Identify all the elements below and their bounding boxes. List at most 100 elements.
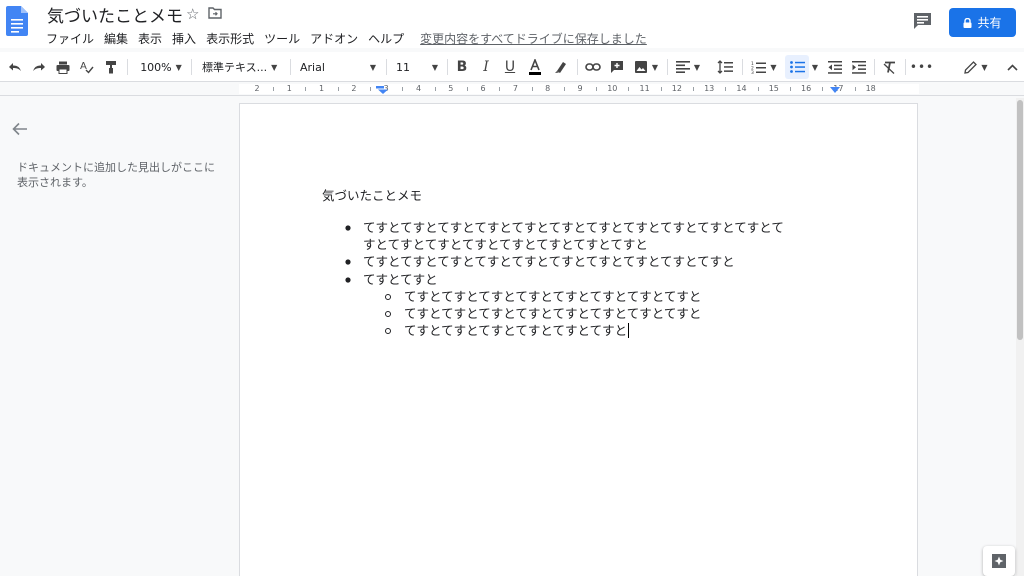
insert-link-button[interactable] — [583, 52, 603, 82]
style-value: 標準テキス... — [202, 61, 268, 74]
ruler-number: 2 — [351, 84, 357, 93]
font-select[interactable]: Arial ▼ — [296, 52, 380, 82]
increase-indent-icon — [852, 60, 866, 74]
list-item[interactable]: てすとてすとてすとてすとてすとてすとてすとてすとてすとてすとてすとて — [363, 219, 784, 236]
ruler-number: 7 — [512, 84, 518, 93]
docs-logo-icon[interactable] — [6, 6, 28, 36]
star-icon[interactable]: ☆ — [186, 5, 199, 23]
move-folder-icon[interactable] — [208, 7, 222, 19]
increase-indent-button[interactable] — [849, 52, 869, 82]
ruler-bar: 21123456789101112131415161718 — [0, 82, 1024, 96]
text-color-icon — [529, 59, 541, 75]
chevron-down-icon: ▼ — [770, 62, 777, 72]
nested-list-item[interactable]: てすとてすとてすとてすとてすとてすとてすとてすと — [404, 288, 701, 305]
ruler-tick — [466, 87, 468, 91]
ruler-tick — [757, 87, 759, 91]
more-options-button[interactable]: ••• — [910, 52, 933, 82]
chevron-down-icon: ▼ — [811, 62, 819, 72]
toolbar: A 100% ▼ 標準テキス... ▼ Arial ▼ 11 ▼ B I U ▼ ▼ — [0, 52, 1024, 82]
toolbar-divider — [742, 59, 743, 75]
ruler-tick — [370, 87, 372, 91]
image-icon — [634, 61, 647, 73]
menu-tools[interactable]: ツール — [264, 30, 300, 47]
italic-button[interactable]: I — [477, 52, 495, 82]
link-icon — [585, 63, 601, 71]
clear-formatting-button[interactable] — [880, 52, 900, 82]
decrease-indent-button[interactable] — [825, 52, 845, 82]
menu-edit[interactable]: 編集 — [104, 30, 128, 47]
right-indent-marker[interactable] — [830, 86, 840, 94]
explore-button[interactable] — [983, 546, 1015, 576]
scrollbar-thumb[interactable] — [1017, 100, 1023, 340]
save-status[interactable]: 変更内容をすべてドライブに保存しました — [420, 30, 647, 47]
outline-placeholder: ドキュメントに追加した見出しがここに表示されます。 — [17, 161, 215, 189]
style-select[interactable]: 標準テキス... ▼ — [198, 52, 284, 82]
text-color-button[interactable] — [525, 52, 545, 82]
ruler-number: 1 — [286, 84, 292, 93]
bold-button[interactable]: B — [453, 52, 471, 82]
ruler-number: 8 — [545, 84, 551, 93]
document-heading[interactable]: 気づいたことメモ — [322, 185, 422, 204]
chevron-up-icon — [1006, 63, 1018, 71]
vertical-scrollbar[interactable] — [1016, 98, 1024, 576]
toolbar-divider — [386, 59, 387, 75]
ruler-tick — [660, 87, 662, 91]
bulleted-list-dropdown[interactable]: ▼ — [809, 52, 821, 82]
zoom-select[interactable]: 100% ▼ — [136, 52, 186, 82]
bulleted-list-button[interactable] — [785, 55, 809, 79]
nested-list-item[interactable]: てすとてすとてすとてすとてすとてすと — [404, 322, 630, 339]
editing-mode-button[interactable]: ▼ — [960, 52, 992, 82]
paint-format-button[interactable] — [102, 52, 120, 82]
ruler-tick — [693, 87, 695, 91]
list-item[interactable]: すとてすとてすとてすとてすとてすとてすとてすと — [363, 236, 648, 253]
toolbar-divider — [127, 59, 128, 75]
menu-file[interactable]: ファイル — [46, 30, 94, 47]
ruler[interactable]: 21123456789101112131415161718 — [239, 84, 919, 94]
insert-image-button[interactable]: ▼ — [631, 52, 661, 82]
add-comment-button[interactable] — [607, 52, 627, 82]
print-button[interactable] — [54, 52, 72, 82]
align-button[interactable]: ▼ — [673, 52, 703, 82]
line-spacing-button[interactable] — [713, 52, 737, 82]
left-indent-marker[interactable] — [376, 86, 388, 94]
ruler-tick — [628, 87, 630, 91]
chevron-down-icon: ▼ — [271, 62, 278, 72]
ruler-tick — [789, 87, 791, 91]
menu-addons[interactable]: アドオン — [310, 30, 358, 47]
highlight-icon — [555, 62, 566, 73]
highlight-button[interactable] — [551, 52, 571, 82]
menu-view[interactable]: 表示 — [138, 30, 162, 47]
undo-button[interactable] — [6, 52, 24, 82]
ruler-number: 11 — [639, 84, 650, 93]
numbered-list-button[interactable]: 1 2 3 ▼ — [748, 52, 780, 82]
list-item[interactable]: てすとてすとてすとてすとてすとてすとてすとてすとてすとてすと — [363, 253, 735, 270]
print-icon — [56, 61, 70, 74]
undo-icon — [9, 63, 21, 71]
toolbar-divider — [577, 59, 578, 75]
redo-button[interactable] — [30, 52, 48, 82]
underline-button[interactable]: U — [501, 52, 519, 82]
ruler-tick — [402, 87, 404, 91]
app-header: 気づいたことメモ ☆ ファイル 編集 表示 挿入 表示形式 ツール アドオン ヘ… — [0, 0, 1024, 48]
document-title[interactable]: 気づいたことメモ — [47, 2, 183, 27]
underline-icon: U — [504, 59, 516, 75]
nested-list-item[interactable]: てすとてすとてすとてすとてすとてすとてすとてすと — [404, 305, 701, 322]
share-button[interactable]: 共有 — [949, 8, 1016, 37]
numbered-list-icon: 123 — [751, 61, 767, 74]
ruler-number: 13 — [704, 84, 715, 93]
pencil-icon — [964, 60, 978, 74]
font-size-select[interactable]: 11 ▼ — [392, 52, 442, 82]
share-label: 共有 — [977, 16, 1002, 30]
menu-help[interactable]: ヘルプ — [368, 30, 404, 47]
back-arrow-icon[interactable] — [12, 121, 28, 137]
spellcheck-button[interactable]: A — [78, 52, 96, 82]
comment-history-icon[interactable] — [913, 12, 932, 30]
document-page[interactable]: 気づいたことメモ てすとてすとてすとてすとてすとてすとてすとてすとてすとてすとて… — [240, 104, 917, 576]
bullet-circle-icon — [385, 311, 391, 317]
hide-menus-button[interactable] — [1003, 52, 1021, 82]
list-item[interactable]: てすとてすと — [363, 271, 438, 288]
menu-format[interactable]: 表示形式 — [206, 30, 254, 47]
toolbar-divider — [447, 59, 448, 75]
menu-insert[interactable]: 挿入 — [172, 30, 196, 47]
toolbar-divider — [905, 59, 906, 75]
